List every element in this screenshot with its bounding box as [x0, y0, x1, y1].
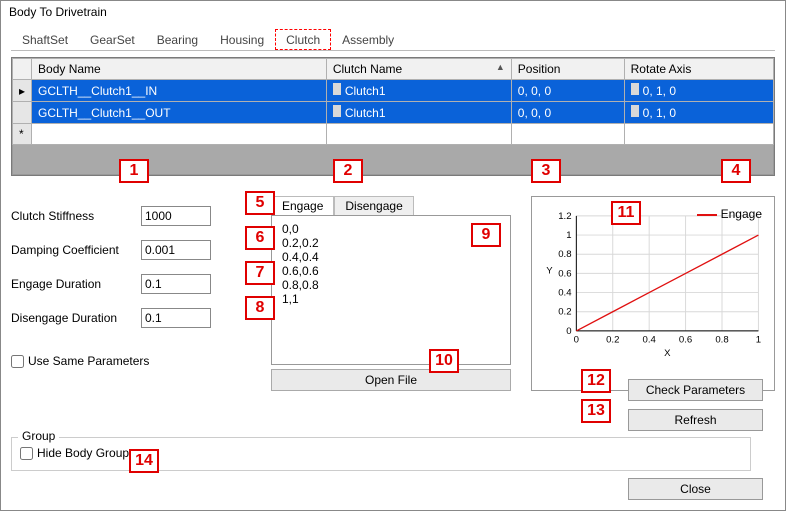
clutch-stiffness-label: Clutch Stiffness — [11, 209, 141, 223]
window-title: Body To Drivetrain — [1, 1, 785, 23]
callout-2: 2 — [333, 159, 363, 183]
col-marker — [13, 59, 32, 80]
chart-panel: Engage — [531, 196, 775, 391]
callout-5: 5 — [245, 191, 275, 215]
col-body-name[interactable]: Body Name — [32, 59, 327, 80]
group-box: Group Hide Body Group — [11, 437, 751, 471]
table-newrow[interactable]: * — [13, 124, 774, 145]
callout-13: 13 — [581, 399, 611, 423]
use-same-params-checkbox[interactable] — [11, 355, 24, 368]
callout-10: 10 — [429, 349, 459, 373]
hide-body-group-checkbox[interactable] — [20, 447, 33, 460]
table-row[interactable]: GCLTH__Clutch1__OUT Clutch1 0, 0, 0 0, 1… — [13, 102, 774, 124]
cell-axis[interactable]: 0, 1, 0 — [624, 80, 773, 102]
callout-12: 12 — [581, 369, 611, 393]
svg-text:0: 0 — [574, 334, 579, 345]
cell-pos[interactable]: 0, 0, 0 — [511, 80, 624, 102]
use-same-params-label: Use Same Parameters — [28, 354, 149, 368]
col-rotate-axis[interactable]: Rotate Axis — [624, 59, 773, 80]
tab-clutch[interactable]: Clutch — [275, 29, 331, 50]
subtab-disengage[interactable]: Disengage — [334, 196, 413, 215]
cell-body[interactable]: GCLTH__Clutch1__OUT — [32, 102, 327, 124]
window: Body To Drivetrain ShaftSet GearSet Bear… — [0, 0, 786, 511]
tab-bearing[interactable]: Bearing — [146, 29, 209, 50]
svg-text:1.2: 1.2 — [558, 211, 571, 222]
disengage-dur-label: Disengage Duration — [11, 311, 141, 325]
curve-point[interactable]: 1,1 — [282, 292, 500, 306]
disengage-dur-input[interactable] — [141, 308, 211, 328]
close-button[interactable]: Close — [628, 478, 763, 500]
svg-text:X: X — [664, 348, 671, 359]
hide-body-group-label: Hide Body Group — [37, 446, 129, 460]
group-title: Group — [18, 429, 59, 443]
clutch-stiffness-input[interactable] — [141, 206, 211, 226]
engage-dur-label: Engage Duration — [11, 277, 141, 291]
callout-3: 3 — [531, 159, 561, 183]
svg-text:1: 1 — [756, 334, 761, 345]
tabstrip: ShaftSet GearSet Bearing Housing Clutch … — [11, 29, 775, 51]
col-position[interactable]: Position — [511, 59, 624, 80]
check-parameters-button[interactable]: Check Parameters — [628, 379, 763, 401]
svg-text:0.4: 0.4 — [558, 287, 572, 298]
callout-9: 9 — [471, 223, 501, 247]
row-marker: ▸ — [13, 80, 32, 102]
cell-clutch[interactable]: Clutch1 — [326, 80, 511, 102]
refresh-button[interactable]: Refresh — [628, 409, 763, 431]
tab-shaftset[interactable]: ShaftSet — [11, 29, 79, 50]
callout-14: 14 — [129, 449, 159, 473]
callout-1: 1 — [119, 159, 149, 183]
callout-8: 8 — [245, 296, 275, 320]
table-row[interactable]: ▸ GCLTH__Clutch1__IN Clutch1 0, 0, 0 0, … — [13, 80, 774, 102]
cell-axis[interactable]: 0, 1, 0 — [624, 102, 773, 124]
tab-housing[interactable]: Housing — [209, 29, 275, 50]
svg-text:0.4: 0.4 — [643, 334, 657, 345]
svg-text:0.2: 0.2 — [606, 334, 619, 345]
row-marker — [13, 102, 32, 124]
open-file-button[interactable]: Open File — [271, 369, 511, 391]
callout-11: 11 — [611, 201, 641, 225]
col-clutch-name[interactable]: Clutch Name▲ — [326, 59, 511, 80]
tab-assembly[interactable]: Assembly — [331, 29, 405, 50]
cell-pos[interactable]: 0, 0, 0 — [511, 102, 624, 124]
curve-point[interactable]: 0.4,0.4 — [282, 250, 500, 264]
damping-coeff-input[interactable] — [141, 240, 211, 260]
left-params: Clutch Stiffness Damping Coefficient Eng… — [11, 196, 251, 391]
content: ShaftSet GearSet Bearing Housing Clutch … — [1, 23, 785, 481]
legend-line-icon — [697, 214, 717, 216]
sort-asc-icon: ▲ — [496, 62, 505, 72]
callout-7: 7 — [245, 261, 275, 285]
svg-text:0.6: 0.6 — [558, 268, 571, 279]
params-row: Clutch Stiffness Damping Coefficient Eng… — [11, 196, 775, 391]
tab-gearset[interactable]: GearSet — [79, 29, 146, 50]
cell-clutch[interactable]: Clutch1 — [326, 102, 511, 124]
svg-text:Y: Y — [546, 265, 553, 276]
newrow-marker: * — [13, 124, 32, 145]
curve-point[interactable]: 0.6,0.6 — [282, 264, 500, 278]
svg-text:1: 1 — [566, 230, 571, 241]
callout-6: 6 — [245, 226, 275, 250]
svg-text:0.8: 0.8 — [715, 334, 728, 345]
chart-legend: Engage — [697, 207, 762, 221]
cell-body[interactable]: GCLTH__Clutch1__IN — [32, 80, 327, 102]
svg-text:0: 0 — [566, 326, 571, 337]
chart-svg: 0 0.2 0.4 0.6 0.8 1 0 0.2 0.4 0.6 0.8 1 … — [538, 203, 768, 363]
damping-coeff-label: Damping Coefficient — [11, 243, 141, 257]
curve-point[interactable]: 0.8,0.8 — [282, 278, 500, 292]
svg-text:0.2: 0.2 — [558, 307, 571, 318]
callout-4: 4 — [721, 159, 751, 183]
curve-point[interactable]: 0,0 — [282, 222, 500, 236]
subtab-engage[interactable]: Engage — [271, 196, 334, 215]
svg-text:0.8: 0.8 — [558, 249, 571, 260]
curve-point[interactable]: 0.2,0.2 — [282, 236, 500, 250]
svg-text:0.6: 0.6 — [679, 334, 692, 345]
engage-dur-input[interactable] — [141, 274, 211, 294]
right-buttons: Check Parameters Refresh — [628, 379, 763, 431]
